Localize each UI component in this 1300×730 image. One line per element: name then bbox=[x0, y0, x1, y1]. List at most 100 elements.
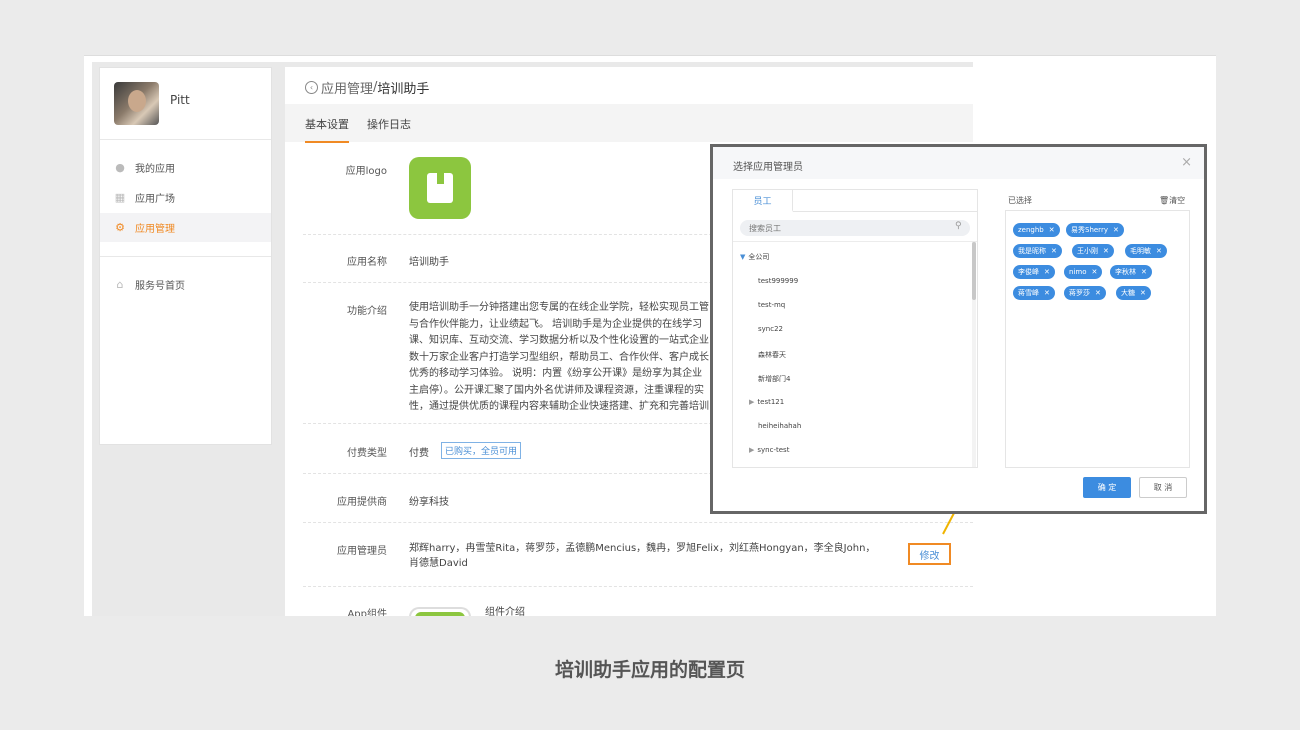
sidebar-item-app-management[interactable]: ⚙ 应用管理 bbox=[100, 213, 271, 242]
pay-type-value: 付费 bbox=[409, 448, 429, 459]
divider bbox=[733, 241, 977, 242]
tree-item-label: test-mq bbox=[758, 301, 786, 309]
intro-label: 功能介绍 bbox=[347, 306, 387, 317]
sidebar-item-my-apps[interactable]: ● 我的应用 bbox=[100, 153, 271, 182]
tree-item[interactable]: ▶ test121 bbox=[749, 398, 784, 406]
chip-label: 易秀Sherry bbox=[1071, 226, 1108, 234]
employee-panel: 员工 ⚲ ▼全公司 test999999 test-mq sync22 森林春天… bbox=[732, 189, 978, 468]
selected-chip: 蒋雪峰 ✕ bbox=[1013, 286, 1055, 300]
status-badge: 已购买，全员可用 bbox=[441, 442, 522, 459]
search-icon[interactable]: ⚲ bbox=[955, 221, 962, 231]
caret-down-icon: ▼ bbox=[740, 253, 746, 261]
chip-label: zenghb bbox=[1018, 226, 1044, 234]
tree-item[interactable]: 新增部门4 bbox=[758, 374, 790, 384]
remove-icon[interactable]: ✕ bbox=[1051, 247, 1057, 255]
user-icon: ● bbox=[115, 161, 125, 174]
username: Pitt bbox=[170, 93, 190, 107]
tree-item-root[interactable]: ▼ 全公司 bbox=[740, 252, 769, 262]
scrollbar[interactable] bbox=[972, 242, 976, 467]
confirm-button[interactable]: 确 定 bbox=[1083, 477, 1131, 498]
chip-label: 王小刚 bbox=[1077, 247, 1098, 255]
remove-icon[interactable]: ✕ bbox=[1141, 268, 1147, 276]
dialog-title: 选择应用管理员 bbox=[733, 162, 803, 173]
sidebar-divider bbox=[100, 139, 271, 140]
breadcrumb: ‹ 应用管理 / 培训助手 bbox=[305, 78, 429, 97]
divider bbox=[303, 586, 973, 587]
name-value: 培训助手 bbox=[409, 257, 449, 268]
tree-item-label: 全公司 bbox=[748, 253, 770, 261]
caret-right-icon: ▶ bbox=[749, 398, 755, 406]
select-admin-dialog: 选择应用管理员 × 员工 ⚲ ▼全公司 test999999 test-mq s… bbox=[710, 144, 1207, 514]
component-logo bbox=[409, 607, 471, 616]
breadcrumb-parent[interactable]: 应用管理 bbox=[321, 78, 373, 97]
remove-icon[interactable]: ✕ bbox=[1140, 289, 1146, 297]
tree-item[interactable]: ▶ sync-test bbox=[749, 446, 789, 454]
gear-icon: ⚙ bbox=[115, 221, 125, 234]
caret-right-icon: ▶ bbox=[749, 446, 755, 454]
modify-button[interactable]: 修改 bbox=[908, 543, 951, 565]
selected-chip: 易秀Sherry ✕ bbox=[1066, 223, 1124, 237]
close-icon[interactable]: × bbox=[1181, 155, 1192, 170]
scrollbar-thumb[interactable] bbox=[972, 242, 976, 300]
admins-label: 应用管理员 bbox=[337, 546, 387, 557]
tree-item-label: test121 bbox=[757, 398, 785, 406]
tree-item[interactable]: heiheihahah bbox=[758, 422, 801, 430]
avatar[interactable] bbox=[114, 82, 159, 125]
remove-icon[interactable]: ✕ bbox=[1044, 289, 1050, 297]
tree-item[interactable]: 森林春天 bbox=[758, 350, 786, 360]
selected-chip: 王小刚 ✕ bbox=[1072, 244, 1114, 258]
remove-icon[interactable]: ✕ bbox=[1103, 247, 1109, 255]
breadcrumb-current: 培训助手 bbox=[377, 82, 430, 97]
chip-label: 蒋罗莎 bbox=[1069, 289, 1090, 297]
intro-line: 使用培训助手一分钟搭建出您专属的在线企业学院，轻松实现员工管 bbox=[409, 302, 709, 313]
tree-item[interactable]: test999999 bbox=[758, 277, 798, 285]
selected-panel: zenghb ✕ 易秀Sherry ✕ 我是昵称 ✕ 王小刚 ✕ 毛明敏 ✕ 李俊峰 ✕ n… bbox=[1005, 210, 1190, 468]
home-icon: ⌂ bbox=[116, 278, 124, 291]
provider-label: 应用提供商 bbox=[337, 497, 387, 508]
remove-icon[interactable]: ✕ bbox=[1156, 247, 1162, 255]
clear-button[interactable]: 🗑清空 bbox=[1159, 195, 1185, 206]
tab-operation-log[interactable]: 操作日志 bbox=[367, 116, 411, 132]
intro-text: 使用培训助手一分钟搭建出您专属的在线企业学院，轻松实现员工管 与合作伙伴能力，让… bbox=[409, 300, 714, 416]
dialog-header: 选择应用管理员 × bbox=[713, 147, 1204, 179]
search-input[interactable] bbox=[740, 220, 970, 236]
sidebar-item-service-home[interactable]: ⌂ 服务号首页 bbox=[100, 270, 271, 299]
intro-line: 主启停）。公开课汇聚了国内外名优讲师及课程资源，注重课程的实 bbox=[409, 384, 704, 396]
tree-item[interactable]: test-mq bbox=[758, 301, 785, 309]
component-value[interactable]: 组件介绍 bbox=[485, 603, 525, 616]
component-label: App组件 bbox=[347, 609, 387, 616]
tree-item-label: test999999 bbox=[758, 277, 799, 285]
remove-icon[interactable]: ✕ bbox=[1091, 268, 1097, 276]
intro-line: 优秀的移动学习体验。 说明：内置《纷享公开课》是纷享为其企业 bbox=[409, 368, 703, 379]
cancel-button[interactable]: 取 消 bbox=[1139, 477, 1187, 498]
tree-item-label: 新增部门4 bbox=[758, 375, 791, 383]
tree-item[interactable]: sync22 bbox=[758, 325, 783, 333]
intro-line: 性，通过提供优质的课程内容来辅助企业快速搭建、扩充和完善培训 bbox=[409, 401, 709, 412]
provider-value: 纷享科技 bbox=[409, 497, 449, 508]
tree-item-label: sync-test bbox=[757, 446, 790, 454]
chip-label: 我是昵称 bbox=[1018, 247, 1046, 255]
logo-label: 应用logo bbox=[345, 166, 387, 177]
sidebar-item-app-market[interactable]: ▦ 应用广场 bbox=[100, 183, 271, 212]
remove-icon[interactable]: ✕ bbox=[1044, 268, 1050, 276]
chip-label: 李秋林 bbox=[1115, 268, 1136, 276]
chip-label: 大糖 bbox=[1121, 289, 1135, 297]
tree-item-label: sync22 bbox=[758, 325, 783, 333]
admins-value: 郑辉harry，冉雪莹Rita，蒋罗莎，孟德鹏Mencius，魏冉，罗旭Feli… bbox=[409, 541, 875, 571]
tab-employees[interactable]: 员工 bbox=[733, 190, 793, 212]
selected-chip: 我是昵称 ✕ bbox=[1013, 244, 1062, 258]
tab-basic-settings[interactable]: 基本设置 bbox=[305, 116, 349, 143]
sidebar-item-label: 应用广场 bbox=[135, 194, 175, 205]
tree-item-label: 森林春天 bbox=[758, 351, 786, 359]
admins-line: 郑辉harry，冉雪莹Rita，蒋罗莎，孟德鹏Mencius，魏冉，罗旭Feli… bbox=[409, 543, 876, 554]
remove-icon[interactable]: ✕ bbox=[1113, 226, 1119, 234]
remove-icon[interactable]: ✕ bbox=[1049, 226, 1055, 234]
selected-label: 已选择 bbox=[1008, 196, 1032, 205]
remove-icon[interactable]: ✕ bbox=[1095, 289, 1101, 297]
selected-chip: 蒋罗莎 ✕ bbox=[1064, 286, 1106, 300]
intro-line: 与合作伙伴能力，让业绩起飞。 培训助手是为企业提供的在线学习 bbox=[409, 318, 703, 330]
intro-line: 课、知识库、互动交流、学习数据分析以及个性化设置的一站式企业 bbox=[409, 335, 709, 346]
selected-chip: 李秋林 ✕ bbox=[1110, 265, 1152, 279]
book-icon bbox=[427, 173, 453, 203]
back-icon[interactable]: ‹ bbox=[305, 81, 318, 94]
